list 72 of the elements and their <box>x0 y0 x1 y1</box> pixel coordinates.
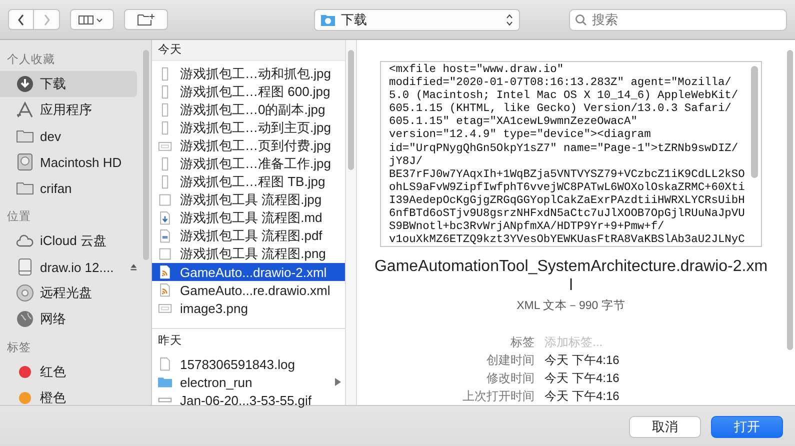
field-value: 今天 下午4:16 <box>544 352 620 368</box>
field-label: 上次打开时间 <box>462 388 535 404</box>
file-row[interactable]: 游戏抓包工…页到付费.jpg <box>152 137 345 155</box>
file-row[interactable]: 游戏抓包工具 流程图.pdf <box>152 227 345 245</box>
sidebar-item[interactable]: Macintosh HD <box>0 149 137 175</box>
open-button[interactable]: 打开 <box>711 416 783 438</box>
file-row[interactable]: electron_run <box>152 373 345 391</box>
chevron-left-icon <box>17 14 25 26</box>
new-folder-button[interactable] <box>124 9 168 30</box>
new-folder-icon <box>137 13 155 26</box>
sidebar-item[interactable]: dev <box>0 123 137 149</box>
sidebar-item[interactable]: 下载 <box>0 71 137 97</box>
cancel-button[interactable]: 取消 <box>629 416 701 438</box>
section-heading: 个人收藏 <box>6 52 56 68</box>
sidebar-item[interactable]: crifan <box>0 175 137 201</box>
file-row[interactable]: 游戏抓包工…动和抓包.jpg <box>152 65 345 83</box>
field-value: 今天 下午4:16 <box>544 388 620 404</box>
drive-icon <box>16 258 34 276</box>
field-value: 今天 下午4:16 <box>544 370 620 386</box>
apps-icon <box>16 101 34 119</box>
disclosure-icon <box>335 378 341 386</box>
sidebar-item[interactable]: iCloud 云盘 <box>0 228 137 254</box>
sidebar-item[interactable]: 远程光盘 <box>0 280 137 306</box>
search-icon <box>575 14 587 26</box>
section-heading: 标签 <box>6 340 32 356</box>
eject-icon[interactable] <box>130 262 137 272</box>
view-menu-button[interactable] <box>70 9 114 30</box>
file-icon <box>158 247 172 261</box>
back-button[interactable] <box>8 9 34 30</box>
globe-icon <box>16 310 34 328</box>
sidebar-item[interactable]: 红色 <box>0 359 137 385</box>
feed-icon <box>158 265 172 279</box>
file-row[interactable]: 游戏抓包工具 流程图.png <box>152 245 345 263</box>
field-label: 创建时间 <box>486 352 535 368</box>
document-icon <box>158 229 172 243</box>
file-row[interactable]: 游戏抓包工具 流程图.jpg <box>152 191 345 209</box>
disc-icon <box>16 284 34 302</box>
file-row[interactable]: 游戏抓包工…程图 TB.jpg <box>152 173 345 191</box>
file-row[interactable]: Jan-06-20...3-53-55.gif <box>152 391 345 409</box>
file-row[interactable]: 游戏抓包工…准备工作.jpg <box>152 155 345 173</box>
file-row[interactable]: 游戏抓包工…0的副本.jpg <box>152 101 345 119</box>
file-row[interactable]: 1578306591843.log <box>152 355 345 373</box>
file-row[interactable]: GameAuto...drawio-2.xml <box>152 263 345 281</box>
file-icon <box>158 139 172 153</box>
file-row[interactable]: GameAuto...re.drawio.xml <box>152 281 345 299</box>
location-dropdown[interactable]: 下载 <box>314 8 520 30</box>
sidebar-item[interactable]: 网络 <box>0 306 137 332</box>
folder-icon <box>158 375 172 389</box>
field-label: 标签 <box>510 334 535 350</box>
field-label: 修改时间 <box>486 370 535 386</box>
sidebar-item[interactable]: draw.io 12.... <box>0 254 137 280</box>
file-row[interactable]: 游戏抓包工…程图 600.jpg <box>152 83 345 101</box>
text-preview: <mxfile host="www.draw.io" modified="2020-01-07T08:16:13.283Z" agent="Mozilla/ 5.0 (Macintosh; Intel Mac OS X 10_14_6) AppleWebKit/ 605.1.15 (KHTML, like Gecko) Version/13.0.3 Safari/ 605.1.15" etag="XA1cewL9wmnZezeOwacA" version="12.4.9" type="device"><diagram id="UrqPNygQhGn5OkpY1sZ7" name="Page-1">tZRNb9swDIZ/ jY8J/ BE37rFJ0w7YAqxIh+1WqBZja5VNTVYSZ79+VCzbcZ1iK9CdLL2kSO ohLS9aFvW9ZipfIwfphT6vvejWC8PATwL6WOXolOskaZRMC+60Xti I39AedepOcKgGjgZRGqGGYoplCakZaExrPAzdtiiHWRXLYCRsUibH 6nfBTd6oSTjv9U8gsrzNHFxdN5aCtc7uJlXOOB7OpGjlRUuNaJpVU S9BWnotl+bc3RvWrjANpfmXA/HDTP9Yr+9+Pmw+f/ v1ouXkMZ6ETZQ9kzt3YVesObYEWKUasFtRA8VaKBSlAb3aU2JLNyC <box>380 61 762 247</box>
folder-icon <box>321 14 335 26</box>
chevron-right-icon <box>42 14 50 26</box>
updown-arrows-icon <box>506 14 513 26</box>
file-summary: XML 文本－990 字节 <box>516 298 626 313</box>
download-icon <box>16 75 34 93</box>
file-row[interactable]: 游戏抓包工…动到主页.jpg <box>152 119 345 137</box>
document-icon <box>158 357 172 371</box>
sidebar-item[interactable]: 橙色 <box>0 385 137 411</box>
file-row[interactable]: image3.png <box>152 299 345 317</box>
file-row[interactable]: 游戏抓包工具 流程图.md <box>152 209 345 227</box>
search-field[interactable]: 搜索 <box>569 8 787 30</box>
feed-icon <box>158 283 172 297</box>
file-icon <box>158 301 172 315</box>
group-heading: 今天 <box>152 40 345 61</box>
file-icon <box>158 193 172 207</box>
document-icon <box>158 211 172 225</box>
section-heading: 位置 <box>6 210 32 225</box>
file-name: GameAutomationTool_SystemArchitecture.drawio-2.xml <box>374 257 768 295</box>
sidebar-item[interactable]: 应用程序 <box>0 97 137 123</box>
